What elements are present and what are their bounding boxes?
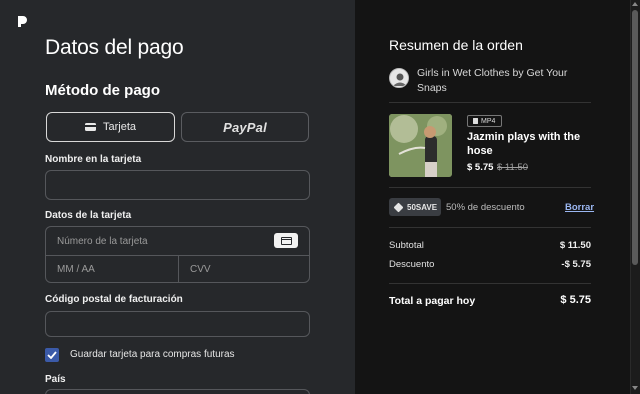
order-summary-panel (355, 0, 630, 394)
format-label: MP4 (481, 117, 496, 125)
scroll-down-arrow-icon[interactable] (632, 386, 638, 390)
divider (389, 283, 591, 284)
creator-avatar[interactable] (389, 68, 409, 88)
discount-label: Descuento (389, 259, 435, 270)
payment-method-heading: Método de pago (45, 82, 160, 99)
page-title: Datos del pago (45, 36, 184, 59)
subtotal-value: $ 11.50 (559, 240, 591, 251)
name-on-card-label: Nombre en la tarjeta (45, 154, 142, 165)
country-label: País (45, 374, 66, 385)
card-cvv-input[interactable]: CVV (190, 264, 211, 275)
patreon-logo-icon[interactable] (17, 15, 27, 27)
subtotal-label: Subtotal (389, 240, 424, 251)
promo-description: 50% de descuento (446, 202, 525, 213)
card-details-label: Datos de la tarjeta (45, 210, 132, 221)
country-select[interactable] (45, 389, 310, 394)
divider (389, 227, 591, 228)
postal-code-label: Código postal de facturación (45, 294, 183, 305)
check-icon (47, 351, 57, 359)
item-thumbnail-image (389, 114, 452, 177)
promo-code-chip: 50SAVE (389, 198, 441, 216)
total-label: Total a pagar hoy (389, 295, 476, 307)
item-original-price: $ 11.50 (497, 162, 528, 173)
card-brand-icon (274, 233, 298, 248)
item-price: $ 5.75 (467, 162, 494, 173)
scrollbar-thumb[interactable] (632, 10, 638, 265)
discount-value: -$ 5.75 (561, 259, 591, 270)
divider (389, 187, 591, 188)
format-badge: MP4 (467, 115, 503, 127)
card-divider (178, 255, 179, 282)
payment-method-card-label: Tarjeta (102, 121, 137, 133)
divider (389, 102, 591, 103)
order-summary-title: Resumen de la orden (389, 37, 523, 53)
save-card-checkbox[interactable] (45, 348, 59, 362)
payment-method-paypal-button[interactable]: PayPal (181, 112, 309, 142)
item-title: Jazmin plays with the hose (467, 131, 581, 157)
file-icon (473, 118, 478, 124)
tag-icon (393, 202, 404, 212)
card-expiry-input[interactable]: MM / AA (57, 264, 95, 275)
promo-code: 50SAVE (407, 202, 438, 212)
payment-method-card-button[interactable]: Tarjeta (46, 112, 175, 142)
item-thumbnail (389, 114, 452, 177)
card-number-input[interactable]: Número de la tarjeta (57, 236, 148, 247)
total-value: $ 5.75 (560, 294, 591, 306)
paypal-logo: PayPal (223, 119, 267, 135)
save-card-label: Guardar tarjeta para compras futuras (70, 349, 235, 360)
name-on-card-input[interactable] (45, 170, 310, 200)
credit-card-icon (84, 123, 96, 131)
remove-promo-link[interactable]: Borrar (565, 202, 594, 213)
creator-name[interactable]: Girls in Wet Clothes by Get Your Snaps (417, 66, 587, 96)
postal-code-input[interactable] (45, 311, 310, 337)
scroll-up-arrow-icon[interactable] (632, 2, 638, 6)
